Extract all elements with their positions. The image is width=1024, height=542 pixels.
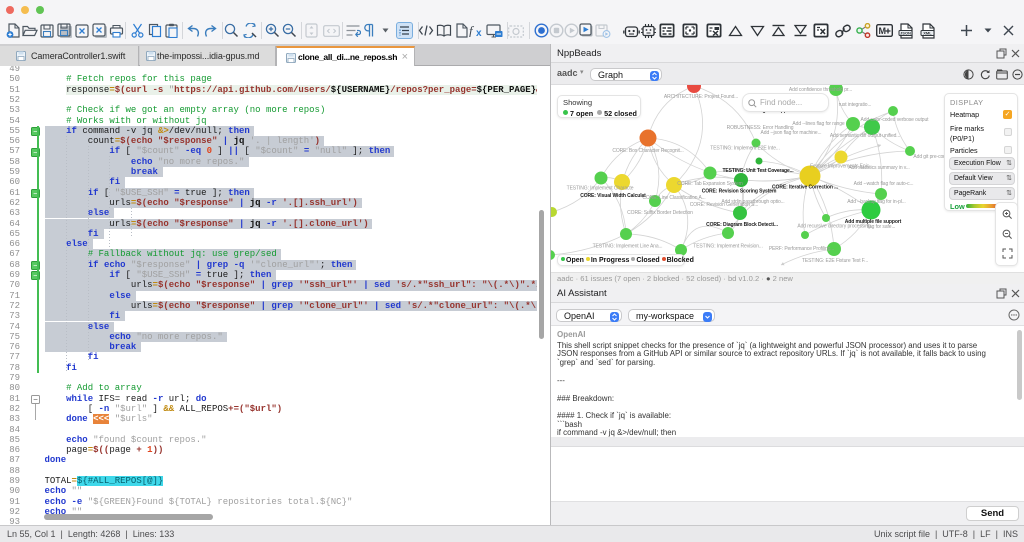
- svg-text:Add stdin passthrough optio...: Add stdin passthrough optio...: [721, 199, 784, 205]
- svg-text:PERF: Performance Profiling...: PERF: Performance Profiling...: [769, 246, 834, 252]
- svg-text:rust integratio...: rust integratio...: [839, 102, 872, 108]
- svg-text:TESTING: Implement Revision...: TESTING: Implement Revision...: [693, 244, 763, 250]
- svg-text:x: x: [476, 28, 482, 37]
- svg-text:TESTING: E2E Fixture Test F...: TESTING: E2E Fixture Test F...: [802, 258, 868, 264]
- svg-text:CORE: Revision Scoring System: CORE: Revision Scoring System: [702, 189, 777, 195]
- svg-text:TESTING: Unit Test Coverage...: TESTING: Unit Test Coverage...: [722, 168, 794, 174]
- svg-text:TESTING: Implement E2E Inte...: TESTING: Implement E2E Inte...: [710, 146, 780, 152]
- svg-text:ARCHITECTURE: Project Found...: ARCHITECTURE: Project Found...: [664, 94, 738, 100]
- svg-text:CORE: Diagram Block Detecti...: CORE: Diagram Block Detecti...: [706, 222, 778, 228]
- svg-text:CORE: Suffix Border Detection: CORE: Suffix Border Detection: [627, 210, 693, 216]
- svg-text:Add semantic diff output unifi: Add semantic diff output unified...: [830, 133, 900, 139]
- svg-text:f: f: [469, 24, 475, 37]
- svg-text:Add color-coded verbose output: Add color-coded verbose output: [861, 117, 930, 123]
- svg-text:M: M: [879, 26, 887, 36]
- svg-text:Add statistics summary in v...: Add statistics summary in v...: [848, 165, 909, 171]
- svg-text:JSON: JSON: [900, 30, 911, 35]
- svg-text:Add --json flag for machine...: Add --json flag for machine...: [761, 130, 822, 136]
- svg-text:XML: XML: [923, 30, 932, 35]
- svg-text:CORE: Tab Expansion System: CORE: Tab Expansion System: [677, 181, 742, 187]
- svg-text:flag for safe...: flag for safe...: [867, 224, 896, 230]
- svg-text:Add recursive directory proces: Add recursive directory processing: [797, 224, 871, 230]
- svg-text:CORE: Iterative Correction ...: CORE: Iterative Correction ...: [772, 185, 839, 191]
- svg-text:CORE: Visual Width Calculat: CORE: Visual Width Calculat: [580, 193, 646, 199]
- svg-text:TESTING: Implement Line Ana...: TESTING: Implement Line Ana...: [593, 244, 663, 250]
- svg-text:Add --backup flag for in-pl...: Add --backup flag for in-pl...: [847, 199, 905, 205]
- svg-text:CORE: Box Character Recognit..: CORE: Box Character Recognit...: [612, 148, 683, 154]
- svg-text:Add --lines flag for range: Add --lines flag for range: [792, 121, 844, 127]
- svg-text:CORE: Line Classification A...: CORE: Line Classification A...: [642, 195, 705, 201]
- svg-text:TESTING: Implement Characte: TESTING: Implement Characte: [567, 186, 634, 192]
- svg-text:Add --watch flag for auto-c...: Add --watch flag for auto-c...: [854, 181, 914, 187]
